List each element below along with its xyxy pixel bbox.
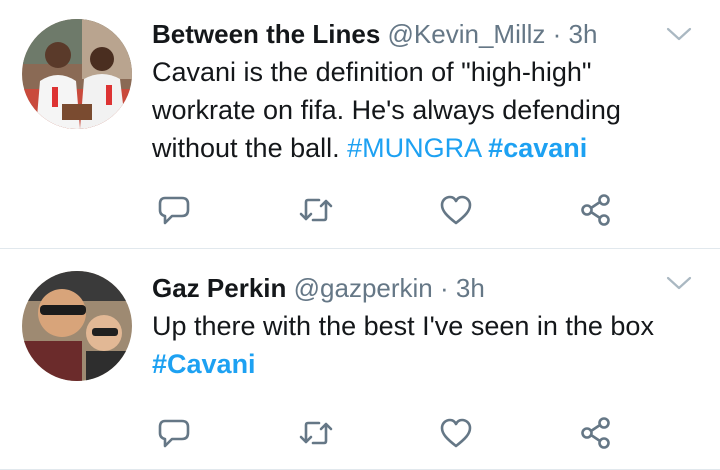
avatar[interactable] [22,271,132,381]
separator: · [552,19,562,49]
handle[interactable]: @Kevin_Millz [388,19,546,49]
hashtag-link[interactable]: #MUNGRA [347,133,481,163]
tweet-header: Gaz Perkin @gazperkin · 3h [152,270,700,306]
retweet-icon [299,198,333,222]
retweet-icon [299,421,333,445]
retweet-button[interactable] [296,190,336,230]
handle[interactable]: @gazperkin [294,273,433,303]
timestamp[interactable]: 3h [569,19,598,49]
tweet-actions [152,413,632,453]
share-icon [581,194,610,226]
tweet[interactable]: Between the Lines @Kevin_Millz · 3h Cava… [0,0,720,249]
like-icon [440,418,472,448]
reply-button[interactable] [154,413,194,453]
share-icon [581,417,610,449]
tweet-actions [152,190,632,230]
hashtag-link[interactable]: #Cavani [152,349,256,379]
retweet-button[interactable] [296,413,336,453]
tweet-content: Between the Lines @Kevin_Millz · 3h Cava… [152,16,700,167]
tweet-text: Up there with the best I've seen in the … [152,307,700,383]
reply-icon [158,196,190,225]
reply-button[interactable] [154,190,194,230]
timestamp[interactable]: 3h [456,273,485,303]
tweet-header: Between the Lines @Kevin_Millz · 3h [152,16,700,52]
tweet-text-body: Up there with the best I've seen in the … [152,311,654,341]
like-button[interactable] [436,190,476,230]
like-icon [440,195,472,225]
separator: · [440,273,449,303]
chevron-down-icon[interactable] [666,26,692,42]
share-button[interactable] [576,413,616,453]
display-name[interactable]: Gaz Perkin [152,273,286,303]
tweet-text: Cavani is the definition of "high-high" … [152,53,700,167]
reply-icon [158,419,190,448]
tweet-content: Gaz Perkin @gazperkin · 3h Up there with… [152,270,700,383]
avatar[interactable] [22,19,132,129]
like-button[interactable] [436,413,476,453]
display-name[interactable]: Between the Lines [152,19,380,49]
share-button[interactable] [576,190,616,230]
hashtag-link[interactable]: #cavani [488,133,587,163]
